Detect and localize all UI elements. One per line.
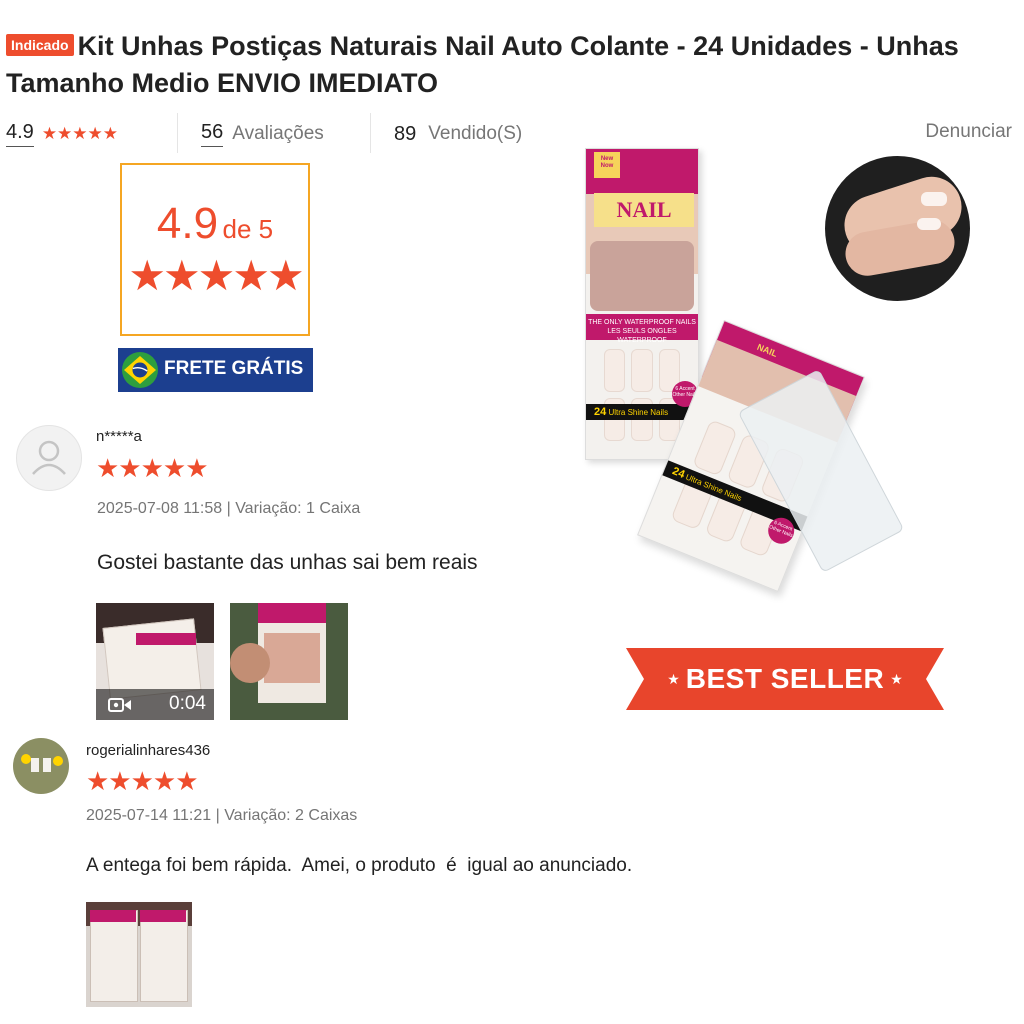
video-camera-icon: [108, 698, 131, 712]
rating-stars-icon: ★★★★★: [41, 124, 119, 143]
rating-box-of: de 5: [222, 214, 274, 244]
avatar[interactable]: [16, 425, 82, 491]
indicado-badge: Indicado: [6, 34, 74, 56]
review-stars-icon: ★★★★★: [96, 453, 209, 483]
hand-nails-photo: [825, 156, 970, 301]
review-stars-icon: ★★★★★: [86, 766, 199, 796]
review-text: Gostei bastante das unhas sai bem reais: [97, 551, 478, 574]
product-title: Indicado Kit Unhas Postiças Naturais Nail…: [6, 28, 1006, 102]
avatar[interactable]: [13, 738, 69, 794]
video-duration: 0:04: [169, 693, 206, 714]
review-text: A entega foi bem rápida. Amei, o produto…: [86, 855, 633, 876]
product-title-text: Kit Unhas Postiças Naturais Nail Auto Co…: [6, 31, 959, 98]
user-icon: [32, 440, 66, 475]
divider: [370, 113, 371, 153]
best-seller-label: BEST SELLER: [685, 663, 885, 694]
rating-summary[interactable]: 4.9 ★★★★★: [6, 120, 118, 148]
product-box-front: New Now NAIL THE ONLY WATERPROOF NAILS L…: [585, 148, 699, 460]
ultra-shine-text: Ultra Shine Nails: [608, 408, 669, 417]
rating-box-score: 4.9: [156, 199, 219, 248]
reviews-count-link[interactable]: 56 Avaliações: [201, 120, 324, 148]
rating-box-stars-icon: ★★★★★: [128, 252, 304, 299]
star-icon: ★: [890, 670, 903, 687]
new-now-tag: New Now: [594, 152, 620, 178]
free-shipping-label: FRETE GRÁTIS: [164, 358, 304, 379]
reviews-label: Avaliações: [232, 123, 324, 144]
report-link[interactable]: Denunciar: [925, 121, 1012, 143]
reviews-count: 56: [201, 121, 224, 147]
divider: [177, 113, 178, 153]
waterproof-line-1: THE ONLY WATERPROOF NAILS: [588, 319, 696, 326]
review-username[interactable]: n*****a: [96, 428, 142, 445]
nail-brand: NAIL: [594, 193, 694, 227]
free-shipping-banner: FRETE GRÁTIS: [118, 348, 313, 392]
brazil-flag-icon: [122, 352, 158, 388]
review-username[interactable]: rogerialinhares436: [86, 742, 210, 759]
star-icon: ★: [667, 670, 680, 687]
review-meta: 2025-07-14 11:21 | Variação: 2 Caixas: [86, 807, 358, 824]
review-video-thumbnail[interactable]: 0:04: [96, 603, 214, 720]
review-photo-thumbnail[interactable]: [86, 902, 192, 1007]
sold-info: 89 Vendido(S): [394, 120, 522, 148]
count-24: 24: [594, 406, 607, 418]
review-photo-thumbnail[interactable]: [230, 603, 348, 720]
sold-label: Vendido(S): [428, 123, 523, 144]
best-seller-label-wrap: ★ BEST SELLER ★: [626, 648, 944, 710]
sold-count: 89: [394, 122, 417, 145]
waterproof-line-2: LES SEULS ONGLES WATERPROOF: [607, 328, 677, 344]
rating-value: 4.9: [6, 121, 34, 147]
rating-box: 4.9 de 5 ★★★★★: [120, 163, 310, 336]
review-meta: 2025-07-08 11:58 | Variação: 1 Caixa: [97, 500, 361, 517]
